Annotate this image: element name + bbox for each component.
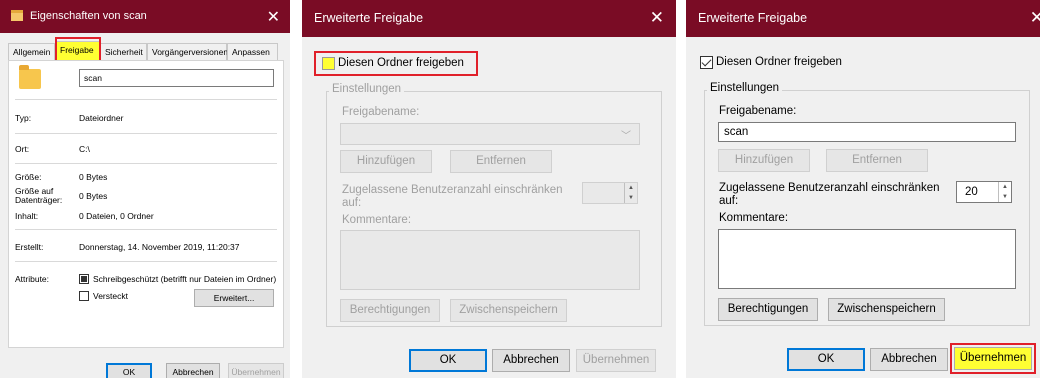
- settings-group-title: Einstellungen: [329, 83, 405, 95]
- close-icon[interactable]: ✕: [1030, 8, 1040, 28]
- label-erstellt: Erstellt:: [15, 242, 44, 252]
- folder-icon: [11, 10, 23, 21]
- share-name-label: Freigabename:: [342, 106, 420, 118]
- label-ort: Ort:: [15, 144, 30, 154]
- label-groesse-auf: Größe auf Datenträger:: [15, 186, 63, 205]
- value-ort: C:\: [79, 144, 90, 154]
- close-icon[interactable]: ✕: [650, 8, 664, 28]
- settings-group-title: Einstellungen: [707, 82, 783, 94]
- readonly-label: Schreibgeschützt (betrifft nur Dateien i…: [93, 274, 277, 284]
- value-inhalt: 0 Dateien, 0 Ordner: [79, 211, 154, 221]
- share-name-label: Freigabename:: [719, 105, 797, 117]
- apply-button[interactable]: Übernehmen: [576, 349, 656, 372]
- remove-button[interactable]: Entfernen: [450, 150, 552, 173]
- folder-icon: [19, 65, 41, 89]
- permissions-button[interactable]: Berechtigungen: [718, 298, 818, 321]
- erweitert-button[interactable]: Erweitert...: [194, 289, 274, 307]
- label-groesse: Größe:: [15, 172, 42, 182]
- user-limit-spinner[interactable]: 20 ▲ ▼: [956, 181, 1012, 203]
- label-attribute: Attribute:: [15, 274, 50, 284]
- apply-button[interactable]: Übernehmen: [228, 363, 284, 378]
- ok-button[interactable]: OK: [409, 349, 487, 372]
- properties-title: Eigenschaften von scan: [30, 10, 147, 22]
- caching-button[interactable]: Zwischenspeichern: [828, 298, 945, 321]
- caching-button[interactable]: Zwischenspeichern: [450, 299, 567, 322]
- properties-dialog: Eigenschaften von scan ✕ Allgemein Freig…: [0, 0, 290, 378]
- user-limit-label: Zugelassene Benutzeranzahl einschränken …: [342, 184, 563, 209]
- tab-allgemein[interactable]: Allgemein: [8, 43, 55, 61]
- chevron-down-icon: ﹀: [621, 131, 631, 142]
- hidden-checkbox[interactable]: [79, 291, 89, 301]
- folder-name-input[interactable]: scan: [79, 69, 274, 87]
- advanced-sharing-titlebar: Erweiterte Freigabe ✕: [686, 0, 1040, 37]
- remove-button[interactable]: Entfernen: [826, 149, 928, 172]
- advanced-sharing-title: Erweiterte Freigabe: [314, 11, 424, 25]
- advanced-sharing-dialog-unchecked: Erweiterte Freigabe ✕ Diesen Ordner frei…: [302, 0, 676, 378]
- user-limit-value: 20: [965, 186, 978, 198]
- ok-button[interactable]: OK: [787, 348, 865, 371]
- label-inhalt: Inhalt:: [15, 211, 39, 221]
- value-groesse-auf: 0 Bytes: [79, 191, 108, 201]
- user-limit-spinner[interactable]: ▲ ▼: [582, 182, 638, 204]
- tab-sicherheit[interactable]: Sicherheit: [100, 43, 147, 61]
- permissions-button[interactable]: Berechtigungen: [340, 299, 440, 322]
- general-tab-panel: scan Typ: Dateiordner Ort: C:\ Größe: 0 …: [8, 60, 284, 348]
- share-folder-checkbox[interactable]: [322, 57, 335, 70]
- close-icon[interactable]: ✕: [267, 7, 280, 27]
- advanced-sharing-dialog-checked: Erweiterte Freigabe ✕ Diesen Ordner frei…: [686, 0, 1040, 378]
- value-erstellt: Donnerstag, 14. November 2019, 11:20:37: [79, 242, 240, 252]
- comments-label: Kommentare:: [342, 214, 412, 226]
- cancel-button[interactable]: Abbrechen: [492, 349, 570, 372]
- apply-button[interactable]: Übernehmen: [954, 347, 1032, 370]
- share-folder-checkbox[interactable]: [700, 56, 713, 69]
- add-button[interactable]: Hinzufügen: [340, 150, 432, 173]
- hidden-label: Versteckt: [93, 291, 128, 301]
- comments-textarea[interactable]: [718, 229, 1016, 289]
- label-typ: Typ:: [15, 113, 32, 123]
- properties-titlebar: Eigenschaften von scan ✕: [0, 0, 290, 33]
- cancel-button[interactable]: Abbrechen: [166, 363, 220, 378]
- spinner-arrows-icon: ▲ ▼: [998, 182, 1011, 202]
- share-folder-label: Diesen Ordner freigeben: [716, 56, 842, 68]
- advanced-sharing-titlebar: Erweiterte Freigabe ✕: [302, 0, 676, 37]
- tab-anpassen[interactable]: Anpassen: [227, 43, 278, 61]
- user-limit-label: Zugelassene Benutzeranzahl einschränken …: [719, 182, 940, 207]
- tab-vorgaengerversionen[interactable]: Vorgängerversionen: [147, 43, 228, 61]
- readonly-checkbox[interactable]: [79, 274, 89, 284]
- share-folder-label: Diesen Ordner freigeben: [338, 57, 464, 69]
- add-button[interactable]: Hinzufügen: [718, 149, 810, 172]
- spinner-arrows-icon: ▲ ▼: [624, 183, 637, 203]
- value-groesse: 0 Bytes: [79, 172, 108, 182]
- share-name-select[interactable]: ﹀: [340, 123, 640, 145]
- cancel-button[interactable]: Abbrechen: [870, 348, 948, 371]
- value-typ: Dateiordner: [79, 113, 124, 123]
- comments-label: Kommentare:: [719, 212, 789, 224]
- comments-textarea[interactable]: [340, 230, 640, 290]
- advanced-sharing-title: Erweiterte Freigabe: [698, 11, 808, 25]
- share-name-input[interactable]: scan: [718, 122, 1016, 142]
- ok-button[interactable]: OK: [106, 363, 152, 378]
- tab-strip: Allgemein Freigabe Sicherheit Vorgängerv…: [8, 41, 282, 61]
